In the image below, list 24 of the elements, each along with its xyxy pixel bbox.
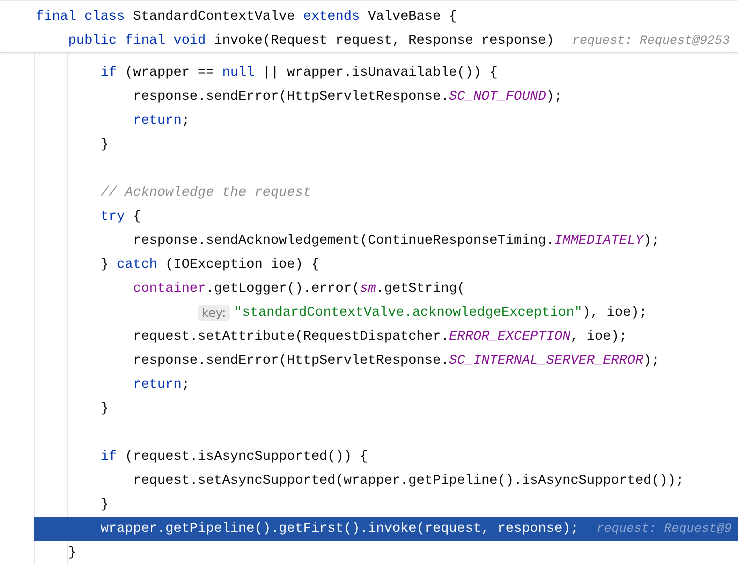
code-line: wrapper.getPipeline().getFirst().invoke(request, response);: [100, 522, 579, 536]
code-line: if (request.isAsyncSupported()) {: [100, 450, 368, 464]
code-line: return;: [133, 378, 190, 392]
code-line: response.sendError(HttpServletResponse.SC_INTERNAL_SERVER_ERROR);: [133, 354, 660, 368]
code-line: request.setAttribute(RequestDispatcher.ERROR_EXCEPTION, ioe);: [133, 330, 628, 344]
code-line: } catch (IOException ioe) {: [100, 258, 320, 272]
code-line: response.sendAcknowledgement(ContinueResponseTiming.IMMEDIATELY);: [133, 234, 660, 248]
code-line: final class StandardContextValve extends ValveBase {: [36, 10, 458, 24]
inline-hint: request: Request@9: [596, 522, 732, 536]
code-line: response.sendError(HttpServletResponse.SC_NOT_FOUND);: [133, 90, 563, 104]
code-line: return;: [133, 114, 190, 128]
code-line: // Acknowledge the request: [100, 186, 312, 200]
code-line: request.setAsyncSupported(wrapper.getPipeline().isAsyncSupported());: [133, 474, 684, 488]
code-line: }: [100, 498, 109, 512]
code-line: }: [100, 138, 109, 152]
code-line: }: [68, 546, 77, 560]
code-line: try {: [100, 210, 142, 224]
code-line: }: [100, 402, 109, 416]
code-line: public final void invoke(Request request, Response response): [68, 34, 554, 48]
code-line: "standardContextValve.acknowledgeException"), ioe);: [234, 306, 648, 320]
parameter-hint: key:: [198, 305, 230, 321]
code-line: if (wrapper == null || wrapper.isUnavailable()) {: [100, 66, 498, 80]
inline-hint: request: Request@9253: [572, 34, 730, 48]
code-line: container.getLogger().error(sm.getString(: [133, 282, 466, 296]
